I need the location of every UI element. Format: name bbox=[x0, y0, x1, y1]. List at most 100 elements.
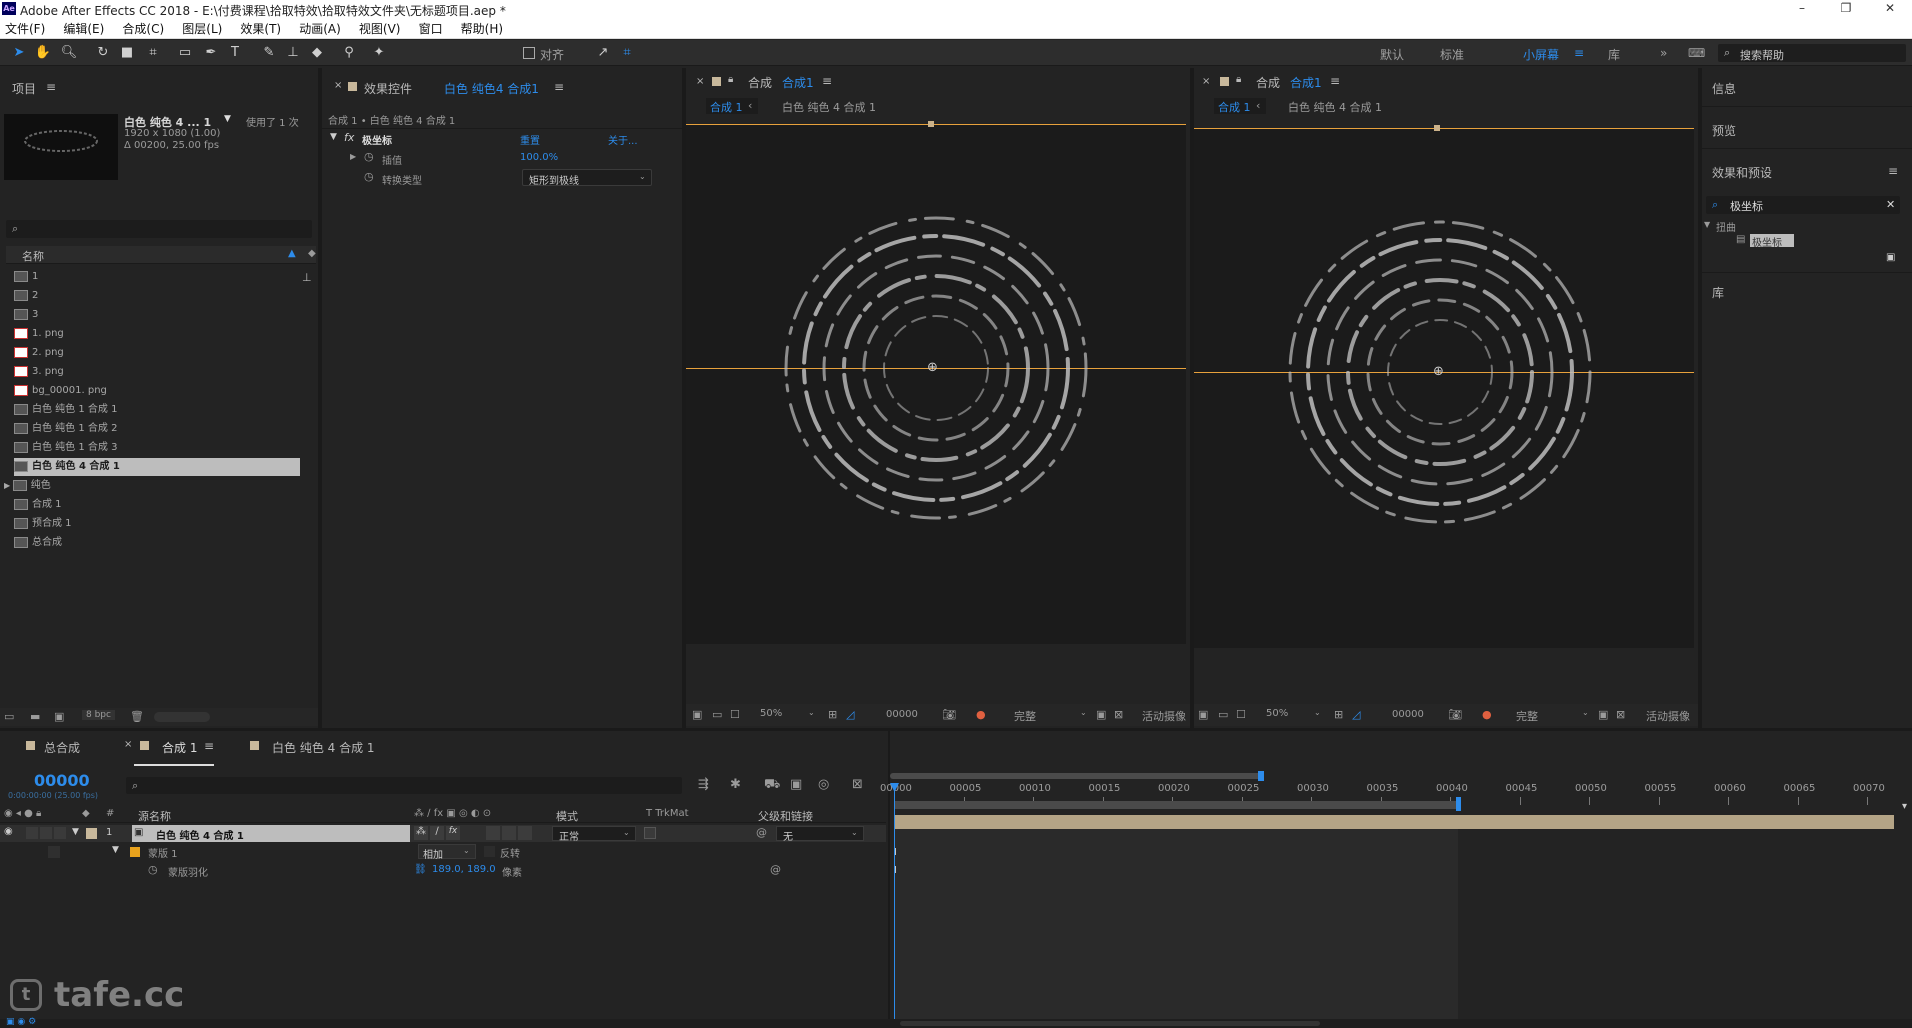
rotate-tool-icon[interactable]: ↻ bbox=[94, 44, 112, 62]
menu-edit[interactable]: 编辑(E) bbox=[63, 19, 104, 39]
viewer-left-zoom[interactable]: 50% bbox=[760, 708, 782, 719]
info-panel-title[interactable]: 信息 bbox=[1712, 80, 1736, 97]
quality-switch[interactable]: ∕ bbox=[430, 826, 444, 840]
layer-visibility-icon[interactable]: ◉ bbox=[4, 826, 13, 837]
project-item[interactable]: 2. png bbox=[14, 344, 300, 362]
sort-ascending-icon[interactable]: ▲ bbox=[288, 248, 296, 259]
viewer-right-grid-icon[interactable]: ⊠ bbox=[1616, 708, 1625, 721]
fx-icon[interactable]: fx bbox=[344, 131, 354, 144]
feather-row[interactable]: ◷ 蒙版羽化 ⛓ 189.0, 189.0 像素 @ bbox=[0, 862, 886, 880]
viewer-left-canvas[interactable]: ⊕ bbox=[686, 121, 1186, 644]
viewer-left-menu-icon[interactable]: ≡ bbox=[822, 74, 832, 88]
av-features-icons[interactable]: ◉ ◂ ● 🔒︎ bbox=[4, 808, 41, 819]
new-preset-icon[interactable]: ▣ bbox=[1886, 252, 1895, 263]
prop2-stopwatch-icon[interactable]: ◷ bbox=[364, 170, 374, 183]
project-item[interactable]: 白色 纯色 1 合成 1 bbox=[14, 401, 300, 419]
selected-item-dropdown-icon[interactable]: ▼ bbox=[224, 114, 231, 124]
effects-search-input[interactable]: ⌕ 极坐标 ✕ bbox=[1706, 196, 1900, 214]
help-search-box[interactable]: ⌕ 搜索帮助 bbox=[1718, 44, 1906, 62]
viewer-left-tab-active[interactable]: 合成 1 ‹ bbox=[706, 98, 758, 114]
camera-tool-icon[interactable]: ■ bbox=[118, 44, 136, 62]
category-expand-icon[interactable]: ▼ bbox=[1704, 220, 1710, 229]
effects-presets-menu-icon[interactable]: ≡ bbox=[1888, 164, 1898, 178]
mask-expand-icon[interactable]: ▼ bbox=[112, 845, 119, 855]
folder-expand-icon[interactable]: ▶ bbox=[4, 481, 13, 490]
viewer-right-display-icon[interactable]: ▭ bbox=[1218, 708, 1228, 721]
eraser-tool-icon[interactable]: ◆ bbox=[308, 44, 326, 62]
menu-layer[interactable]: 图层(L) bbox=[182, 19, 222, 39]
viewer-left-always-preview-icon[interactable]: ▣ bbox=[692, 708, 702, 721]
viewer-right-always-preview-icon[interactable]: ▣ bbox=[1198, 708, 1208, 721]
feather-value[interactable]: 189.0, 189.0 bbox=[432, 864, 496, 875]
effect-panel-layer-name[interactable]: 白色 纯色4 合成1 bbox=[444, 80, 539, 97]
collapse-transform-switch[interactable]: ⁂ bbox=[414, 826, 428, 840]
close-window-button[interactable]: ✕ bbox=[1870, 0, 1910, 18]
workspace-default[interactable]: 默认 bbox=[1380, 46, 1404, 63]
project-item[interactable]: 3. png bbox=[14, 363, 300, 381]
rectangle-tool-icon[interactable]: ▭ bbox=[176, 44, 194, 62]
motion-blur-icon[interactable]: ◎ bbox=[818, 777, 829, 792]
viewer-right-channel-icon[interactable]: ● bbox=[1482, 708, 1492, 721]
layer-lock-toggle[interactable] bbox=[54, 827, 66, 839]
viewer-right-zoom[interactable]: 50% bbox=[1266, 708, 1288, 719]
graph-editor-icon[interactable]: ⊠ bbox=[852, 777, 863, 792]
viewer-right-quality[interactable]: 完整 bbox=[1516, 708, 1538, 724]
zoom-slider[interactable] bbox=[900, 1021, 1320, 1026]
project-item[interactable]: 合成 1 bbox=[14, 496, 300, 514]
viewer-right-menu-icon[interactable]: ≡ bbox=[1330, 74, 1340, 88]
layer-mode-dropdown[interactable]: 正常 ⌄ bbox=[552, 826, 636, 843]
viewer-left-display-icon[interactable]: ▭ bbox=[712, 708, 722, 721]
toggle-switches-icon[interactable]: ▣ ◉ ⚙ bbox=[6, 1017, 36, 1027]
transform-type-dropdown[interactable]: 矩形到极线 ⌄ bbox=[522, 169, 652, 187]
mask-color-swatch[interactable] bbox=[130, 847, 140, 857]
keyboard-shortcut-icon[interactable]: ⌨ bbox=[1688, 46, 1705, 60]
adjustment-switch[interactable] bbox=[502, 826, 516, 840]
viewer-left-tab-other[interactable]: 白色 纯色 4 合成 1 bbox=[782, 99, 876, 115]
timeline-tab-total-comp[interactable]: 总合成 bbox=[44, 739, 80, 756]
effect-panel-menu-icon[interactable]: ≡ bbox=[554, 80, 564, 94]
more-workspaces-icon[interactable]: » bbox=[1660, 46, 1667, 60]
viewer-right-mask-icon[interactable]: ☐ bbox=[1236, 708, 1246, 721]
workspace-small-screen[interactable]: 小屏幕 bbox=[1523, 46, 1559, 63]
viewer-right-camera[interactable]: 活动摄像 bbox=[1646, 708, 1694, 724]
work-area-navigator[interactable] bbox=[890, 773, 1262, 779]
menu-composition[interactable]: 合成(C) bbox=[122, 19, 164, 39]
viewer-right-tab-other[interactable]: 白色 纯色 4 合成 1 bbox=[1288, 99, 1382, 115]
menu-view[interactable]: 视图(V) bbox=[359, 19, 401, 39]
project-item[interactable]: 白色 纯色 1 合成 3 bbox=[14, 439, 300, 457]
timeline-tab-solid-comp[interactable]: 白色 纯色 4 合成 1 bbox=[272, 739, 375, 756]
snap-icon[interactable]: ↗ bbox=[594, 44, 612, 62]
effect-about-link[interactable]: 关于... bbox=[608, 132, 638, 147]
thumbnail-size-slider[interactable] bbox=[154, 712, 210, 722]
shy-layers-icon[interactable]: ⛟ bbox=[764, 777, 780, 794]
type-tool-icon[interactable]: T bbox=[226, 44, 244, 62]
menu-help[interactable]: 帮助(H) bbox=[461, 19, 503, 39]
layer-label-color[interactable] bbox=[86, 828, 97, 839]
switches-header-icons[interactable]: ⁂ ∕ fx ▣ ◎ ◐ ⊙ bbox=[414, 808, 491, 819]
viewer-left-comp-name[interactable]: 合成1 bbox=[782, 74, 814, 91]
project-item[interactable]: 1. png bbox=[14, 325, 300, 343]
timeline-tab-close-icon[interactable]: × bbox=[124, 739, 132, 750]
project-item[interactable]: 3 bbox=[14, 306, 300, 324]
menu-file[interactable]: 文件(F) bbox=[5, 19, 45, 39]
new-folder-icon[interactable]: ▬ bbox=[30, 710, 40, 723]
project-item[interactable]: 白色 纯色 4 合成 1 bbox=[14, 458, 300, 476]
menu-effect[interactable]: 效果(T) bbox=[240, 19, 281, 39]
mask-name[interactable]: 蒙版 1 bbox=[148, 845, 178, 860]
project-item[interactable]: bg_00001. png bbox=[14, 382, 300, 400]
prop1-expand-icon[interactable]: ▶ bbox=[350, 152, 356, 161]
viewer-right-canvas[interactable]: ⊕ bbox=[1194, 125, 1694, 648]
clone-stamp-tool-icon[interactable]: ⊥ bbox=[284, 44, 302, 62]
restore-button[interactable]: ❐ bbox=[1826, 0, 1866, 18]
viewer-right-comp-name[interactable]: 合成1 bbox=[1290, 74, 1322, 91]
menu-window[interactable]: 窗口 bbox=[419, 19, 443, 39]
mask-lock-toggle[interactable] bbox=[48, 846, 60, 858]
prop1-value[interactable]: 100.0% bbox=[520, 152, 558, 163]
pan-behind-tool-icon[interactable]: ⌗ bbox=[144, 44, 162, 62]
mode-header[interactable]: 模式 bbox=[556, 808, 578, 824]
source-name-header[interactable]: 源名称 bbox=[138, 808, 171, 824]
work-area-end-handle[interactable] bbox=[1456, 797, 1461, 811]
feather-pickwhip-icon[interactable]: @ bbox=[770, 863, 781, 876]
current-time-indicator[interactable] bbox=[894, 783, 895, 1028]
parent-dropdown[interactable]: 无 ⌄ bbox=[776, 826, 864, 843]
